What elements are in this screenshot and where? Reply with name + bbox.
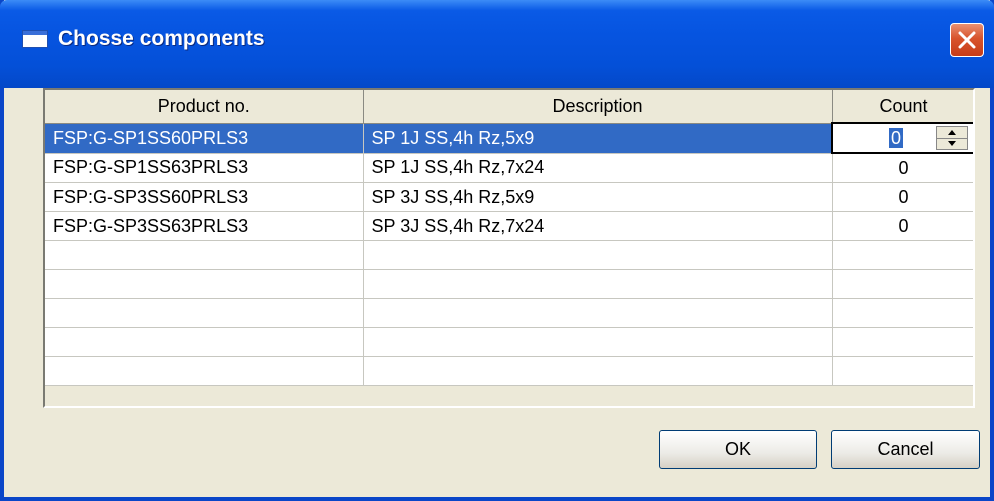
description-cell[interactable]: SP 1J SS,4h Rz,5x9 <box>363 123 833 154</box>
close-icon <box>958 31 976 49</box>
count-cell[interactable]: 0 <box>832 211 973 241</box>
window-title: Chosse components <box>58 27 265 50</box>
product-cell[interactable]: FSP:G-SP3SS60PRLS3 <box>45 182 364 212</box>
empty-cell <box>363 240 833 270</box>
empty-cell <box>45 269 364 299</box>
header-row: Product no. Description Count <box>45 90 973 124</box>
table-row[interactable]: FSP:G-SP3SS63PRLS3 SP 3J SS,4h Rz,7x24 0 <box>45 211 973 241</box>
window-icon <box>22 30 48 48</box>
count-spinner[interactable]: 0 <box>831 122 973 154</box>
empty-cell <box>832 356 973 386</box>
empty-cell <box>45 240 364 270</box>
empty-cell <box>45 327 364 357</box>
table-row[interactable]: FSP:G-SP1SS60PRLS3 SP 1J SS,4h Rz,5x9 0 <box>45 122 973 154</box>
spin-up-icon <box>948 130 956 135</box>
product-cell[interactable]: FSP:G-SP1SS60PRLS3 <box>45 123 364 154</box>
dialog-window: Chosse components Product no. Descriptio… <box>0 0 994 501</box>
empty-cell <box>832 298 973 328</box>
cancel-button[interactable]: Cancel <box>831 430 980 469</box>
spin-buttons <box>936 126 968 150</box>
table-row[interactable]: FSP:G-SP3SS60PRLS3 SP 3J SS,4h Rz,5x9 0 <box>45 182 973 212</box>
empty-cell <box>363 298 833 328</box>
description-cell[interactable]: SP 3J SS,4h Rz,5x9 <box>363 182 833 212</box>
column-header-product[interactable]: Product no. <box>45 90 364 124</box>
count-cell[interactable]: 0 <box>832 182 973 212</box>
description-cell[interactable]: SP 1J SS,4h Rz,7x24 <box>363 153 833 183</box>
empty-row <box>45 327 973 357</box>
empty-row <box>45 269 973 299</box>
column-header-count[interactable]: Count <box>832 90 973 124</box>
spin-down-icon <box>948 141 956 146</box>
count-cell[interactable]: 0 <box>832 153 973 183</box>
description-cell[interactable]: SP 3J SS,4h Rz,7x24 <box>363 211 833 241</box>
empty-cell <box>832 269 973 299</box>
empty-cell <box>832 240 973 270</box>
spin-down-button[interactable] <box>937 138 967 149</box>
empty-row <box>45 298 973 328</box>
product-cell[interactable]: FSP:G-SP1SS63PRLS3 <box>45 153 364 183</box>
empty-cell <box>363 327 833 357</box>
column-header-description[interactable]: Description <box>363 90 833 124</box>
empty-cell <box>45 356 364 386</box>
empty-cell <box>363 269 833 299</box>
product-cell[interactable]: FSP:G-SP3SS63PRLS3 <box>45 211 364 241</box>
empty-cell <box>832 327 973 357</box>
ok-button[interactable]: OK <box>659 430 817 469</box>
components-grid[interactable]: Product no. Description Count FSP:G-SP1S… <box>43 88 975 408</box>
title-bar[interactable]: Chosse components <box>0 0 994 88</box>
close-button[interactable] <box>950 23 984 57</box>
count-input[interactable]: 0 <box>889 128 904 148</box>
empty-cell <box>45 298 364 328</box>
empty-row <box>45 356 973 386</box>
table-row[interactable]: FSP:G-SP1SS63PRLS3 SP 1J SS,4h Rz,7x24 0 <box>45 153 973 183</box>
empty-row <box>45 240 973 270</box>
empty-cell <box>363 356 833 386</box>
